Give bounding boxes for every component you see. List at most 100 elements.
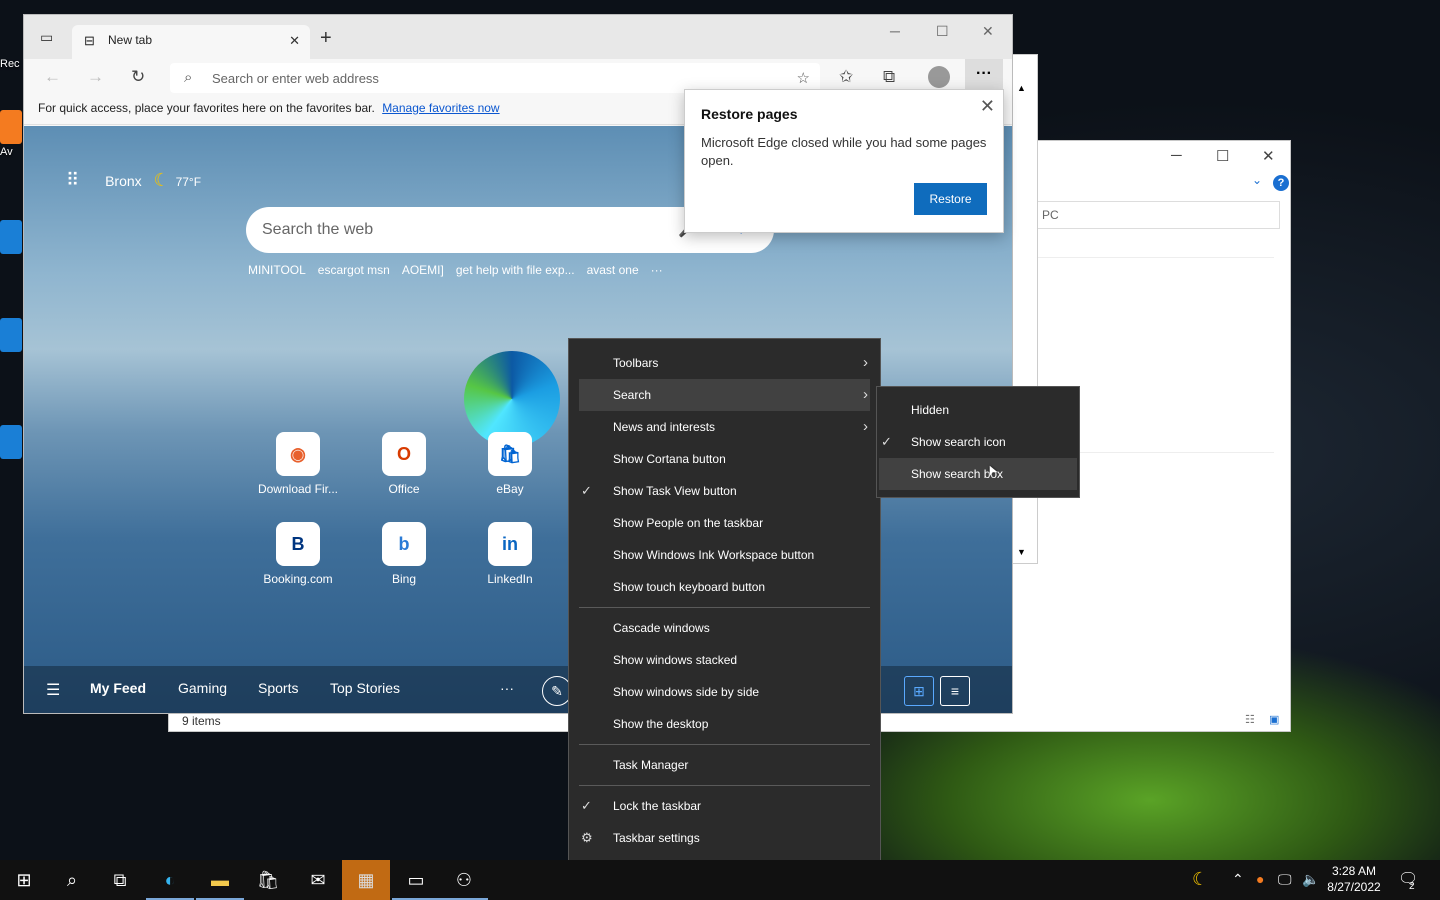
menu-item-label: Hidden: [911, 403, 950, 417]
trending-item[interactable]: avast one: [587, 263, 639, 277]
menu-item[interactable]: ✓ Show search icon: [879, 426, 1077, 458]
close-icon[interactable]: ✕: [982, 23, 994, 40]
manage-favorites-link[interactable]: Manage favorites now: [382, 101, 499, 115]
volume-icon[interactable]: 🔈: [1302, 871, 1319, 888]
menu-item[interactable]: Show Windows Ink Workspace button: [579, 539, 870, 571]
tab-my-feed[interactable]: My Feed: [90, 680, 146, 696]
new-tab-button[interactable]: +: [320, 27, 332, 50]
tab-sports[interactable]: Sports: [258, 680, 298, 696]
close-tab-icon[interactable]: ✕: [289, 33, 300, 49]
menu-item[interactable]: Show search box: [879, 458, 1077, 490]
maximize-icon[interactable]: ☐: [1216, 147, 1229, 165]
menu-item[interactable]: Show windows side by side: [579, 676, 870, 708]
quick-link-tile[interactable]: ◉ Download Fir...: [253, 432, 343, 496]
back-icon[interactable]: ←: [44, 67, 61, 87]
menu-item-label: News and interests: [613, 420, 716, 434]
trending-item[interactable]: ···: [651, 263, 663, 277]
menu-item[interactable]: Show windows stacked: [579, 644, 870, 676]
forward-icon[interactable]: →: [87, 67, 104, 87]
store-icon[interactable]: 🛍: [244, 860, 292, 900]
edge-icon[interactable]: ◐: [146, 860, 194, 900]
trending-item[interactable]: escargot msn: [318, 263, 390, 277]
clock[interactable]: 3:28 AM 8/27/2022: [1324, 863, 1384, 895]
tab-title: New tab: [108, 33, 153, 47]
weather-widget[interactable]: ⠿ Bronx ☾ 77°F: [66, 170, 201, 191]
grid-layout-icon[interactable]: ⊞: [904, 676, 934, 706]
desktop-icon-3[interactable]: [0, 318, 24, 354]
file-explorer-icon[interactable]: ▬: [196, 860, 244, 900]
desktop-icon-avast[interactable]: Av: [0, 110, 24, 158]
scroll-up-icon[interactable]: ▲: [1017, 83, 1026, 93]
close-icon[interactable]: ✕: [980, 96, 995, 117]
shortcut-icon: [0, 318, 22, 352]
menu-item[interactable]: Show People on the taskbar: [579, 507, 870, 539]
trending-item[interactable]: MINITOOL: [248, 263, 306, 277]
control-panel-icon[interactable]: ▦: [342, 860, 390, 900]
maximize-icon[interactable]: ☐: [936, 23, 949, 40]
quick-link-tile[interactable]: b Bing: [359, 522, 449, 586]
bing-icon: b: [382, 522, 426, 566]
quick-link-tile[interactable]: O Office: [359, 432, 449, 496]
quick-link-tile[interactable]: in LinkedIn: [465, 522, 555, 586]
chevron-up-icon[interactable]: ⌃: [1232, 871, 1244, 888]
menu-item[interactable]: Cascade windows: [579, 612, 870, 644]
menu-icon[interactable]: ☰: [46, 680, 60, 700]
desktop-icon-recycle[interactable]: Rec: [0, 58, 24, 70]
menu-item[interactable]: Hidden: [879, 394, 1077, 426]
menu-item[interactable]: ✓ Lock the taskbar: [579, 790, 870, 822]
restore-button[interactable]: Restore: [914, 183, 987, 215]
tab-actions-icon[interactable]: ▭: [40, 29, 53, 46]
apps-grid-icon[interactable]: ⠿: [66, 170, 79, 190]
menu-item[interactable]: ⚙ Taskbar settings: [579, 822, 870, 854]
desktop-icon-2[interactable]: [0, 220, 24, 256]
menu-separator: [579, 785, 870, 786]
address-placeholder: Search or enter web address: [212, 71, 379, 86]
settings-more-button[interactable]: ···: [965, 59, 1003, 93]
chevron-down-icon[interactable]: ⌄: [1252, 173, 1262, 187]
checkmark-icon: ✓: [581, 798, 592, 813]
minimize-icon[interactable]: ─: [1171, 147, 1182, 164]
task-view-icon[interactable]: ⧉: [96, 860, 144, 900]
menu-item[interactable]: Show touch keyboard button: [579, 571, 870, 603]
menu-item[interactable]: Task Manager: [579, 749, 870, 781]
trending-item[interactable]: get help with file exp...: [456, 263, 575, 277]
menu-item-label: Toolbars: [613, 356, 659, 370]
refresh-icon[interactable]: ↻: [131, 67, 145, 87]
tab-top-stories[interactable]: Top Stories: [330, 680, 400, 696]
menu-item[interactable]: News and interests ›: [579, 411, 870, 443]
profile-avatar[interactable]: [928, 66, 950, 88]
list-layout-icon[interactable]: ≡: [940, 676, 970, 706]
avast-tray-icon[interactable]: ●: [1256, 871, 1264, 887]
users-icon[interactable]: ⚇: [440, 860, 488, 900]
minimize-icon[interactable]: ─: [890, 23, 900, 39]
details-view-icon[interactable]: ☷: [1245, 713, 1255, 726]
mail-icon[interactable]: ✉: [294, 860, 342, 900]
trending-item[interactable]: AOEMI]: [402, 263, 444, 277]
quick-link-tile[interactable]: B Booking.com: [253, 522, 343, 586]
collections-icon[interactable]: ⧉: [883, 67, 895, 87]
address-bar[interactable]: PC: [1037, 201, 1280, 229]
add-favorite-icon[interactable]: ☆: [797, 69, 810, 87]
tab-new-tab[interactable]: ⊟ New tab ✕: [72, 25, 310, 59]
close-icon[interactable]: ✕: [1262, 147, 1275, 165]
booking-icon: B: [276, 522, 320, 566]
terminal-icon[interactable]: ▭: [392, 860, 440, 900]
menu-item-label: Show touch keyboard button: [613, 580, 766, 594]
tab-gaming[interactable]: Gaming: [178, 680, 227, 696]
network-icon[interactable]: 🖵: [1278, 871, 1292, 888]
desktop-icon-4[interactable]: [0, 425, 24, 461]
more-tabs-icon[interactable]: ···: [500, 680, 514, 696]
menu-item[interactable]: Search ›: [579, 379, 870, 411]
quick-link-tile[interactable]: 🛍 eBay: [465, 432, 555, 496]
weather-moon-icon[interactable]: ☾: [1192, 869, 1208, 890]
menu-item[interactable]: ✓ Show Task View button: [579, 475, 870, 507]
menu-item[interactable]: Show Cortana button: [579, 443, 870, 475]
scroll-down-icon[interactable]: ▼: [1017, 547, 1026, 557]
search-icon[interactable]: ⌕: [48, 860, 96, 900]
large-icons-view-icon[interactable]: ▣: [1269, 713, 1279, 726]
start-button[interactable]: ⊞: [0, 860, 48, 900]
help-icon[interactable]: ?: [1273, 175, 1289, 191]
menu-item[interactable]: Show the desktop: [579, 708, 870, 740]
favorites-icon[interactable]: ✩: [839, 67, 853, 87]
menu-item[interactable]: Toolbars ›: [579, 347, 870, 379]
